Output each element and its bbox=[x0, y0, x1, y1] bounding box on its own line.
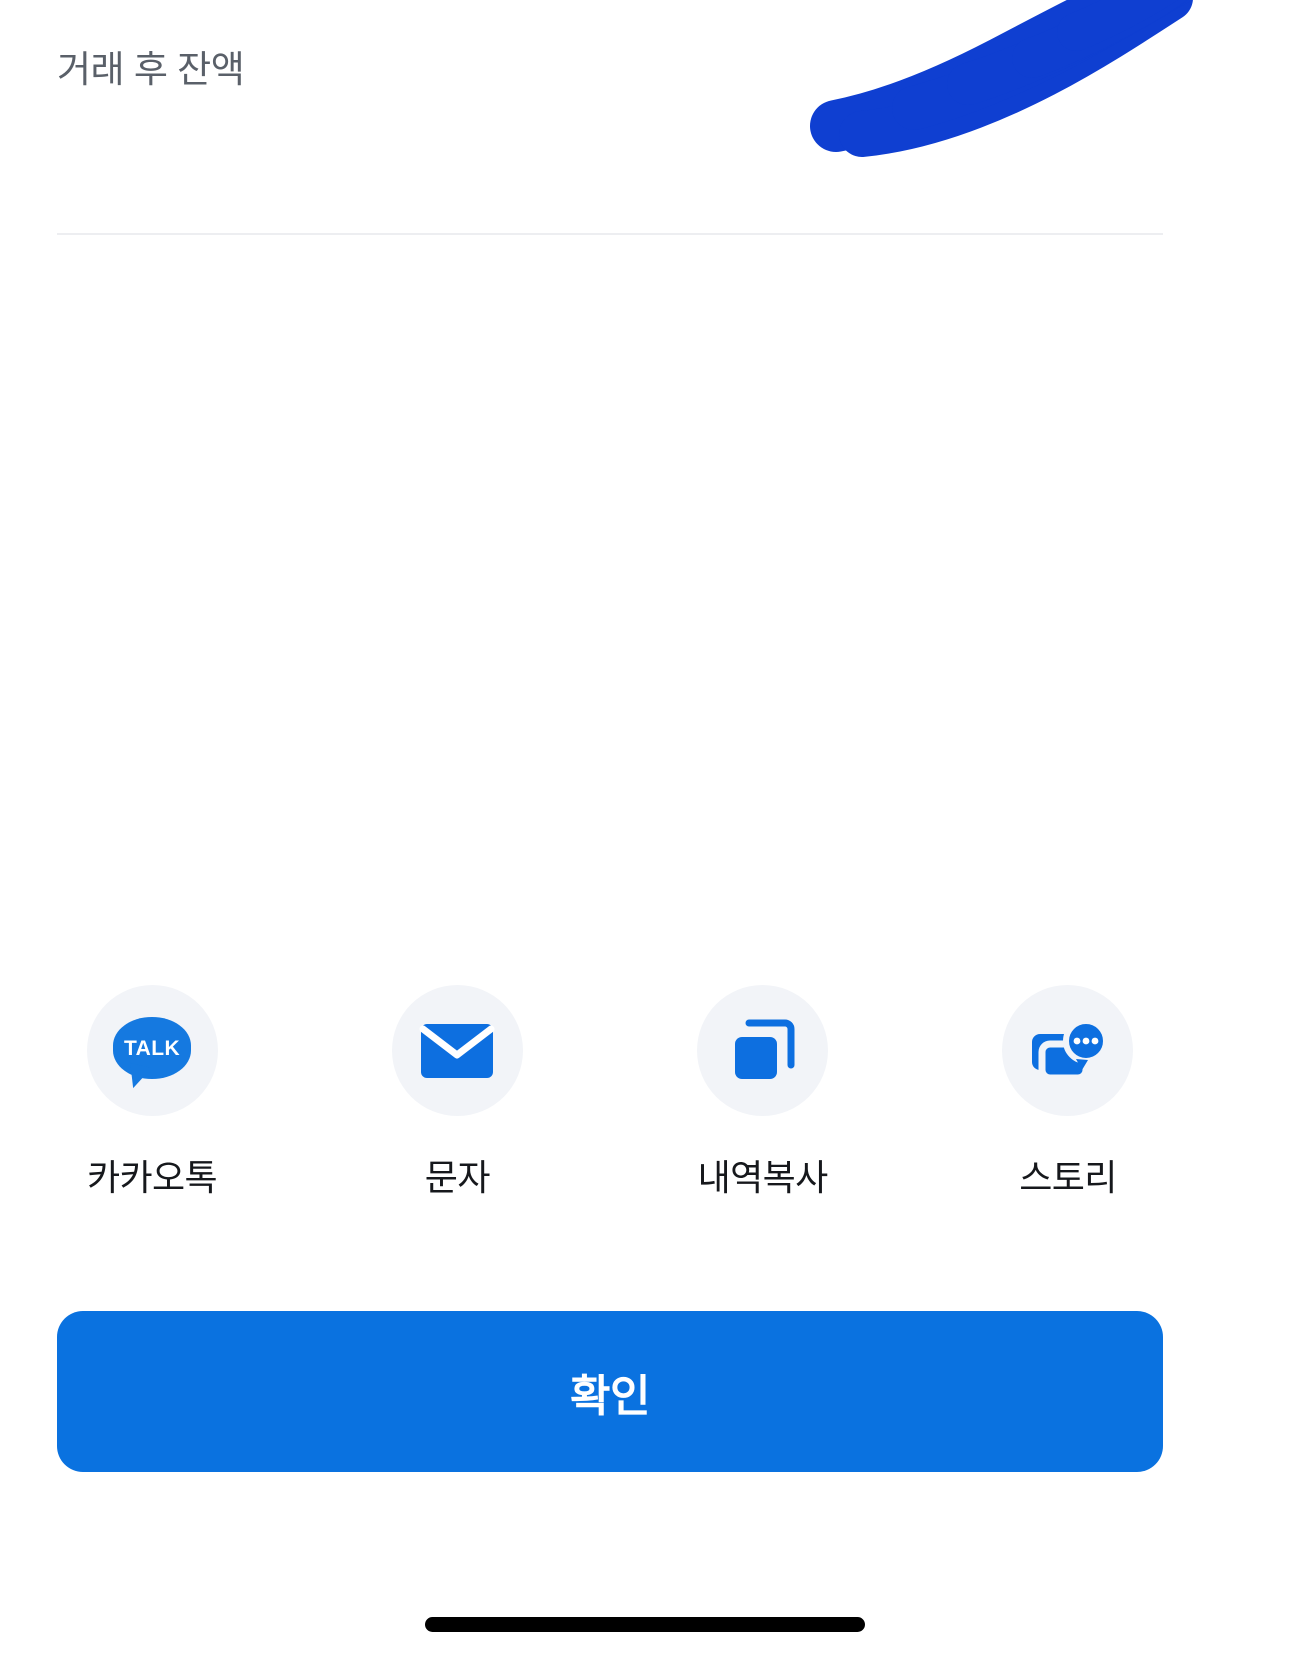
balance-after-transaction-label: 거래 후 잔액 bbox=[57, 49, 245, 90]
share-label-copy: 내역복사 bbox=[697, 1157, 829, 1198]
envelope-icon bbox=[419, 1023, 495, 1078]
share-item-kakaotalk[interactable]: TALK 카카오톡 bbox=[57, 985, 247, 1200]
share-label-sms: 문자 bbox=[424, 1157, 491, 1198]
section-divider bbox=[57, 233, 1163, 235]
story-icon-circle bbox=[1002, 985, 1134, 1116]
kakaotalk-icon-text: TALK bbox=[123, 1036, 181, 1060]
share-actions-row: TALK 카카오톡 문자 내역복사 스토리 bbox=[57, 985, 1163, 1220]
kakaotalk-icon-circle: TALK bbox=[86, 985, 218, 1116]
copy-icon bbox=[734, 1019, 795, 1079]
share-label-kakaotalk: 카카오톡 bbox=[86, 1157, 218, 1198]
sms-icon-circle bbox=[391, 985, 523, 1116]
story-chat-icon bbox=[1031, 1017, 1107, 1081]
home-indicator bbox=[425, 1617, 865, 1632]
transfer-result-screen: 거래 후 잔액 TALK 카카오톡 문자 내역복사 스토리 확인 bbox=[0, 0, 1290, 1663]
redaction-scribble-icon bbox=[810, 0, 1193, 157]
kakaotalk-bubble-icon: TALK bbox=[113, 1016, 191, 1091]
share-item-sms[interactable]: 문자 bbox=[362, 985, 552, 1200]
share-label-story: 스토리 bbox=[1019, 1157, 1117, 1198]
share-item-copy[interactable]: 내역복사 bbox=[668, 985, 858, 1200]
balance-after-transaction-row: 거래 후 잔액 bbox=[57, 0, 1193, 157]
copy-icon-circle bbox=[697, 985, 829, 1116]
confirm-button[interactable]: 확인 bbox=[57, 1311, 1163, 1472]
share-item-story[interactable]: 스토리 bbox=[973, 985, 1163, 1200]
